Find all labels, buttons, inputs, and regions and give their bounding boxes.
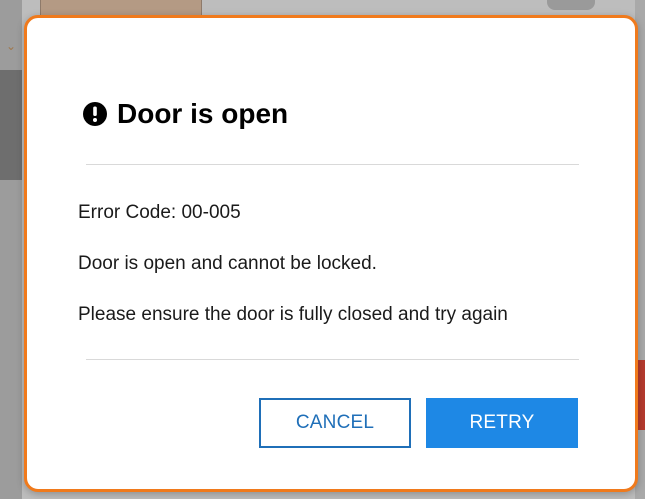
footer-divider xyxy=(86,359,579,360)
dialog-title: Door is open xyxy=(117,98,289,129)
background-chevron-icon: ⌄ xyxy=(6,39,17,53)
exclamation-circle-icon xyxy=(82,101,108,127)
error-code-text: Error Code: 00-005 xyxy=(78,202,241,223)
dialog-header: Door is open xyxy=(82,98,288,130)
background-left-block xyxy=(0,70,22,180)
header-divider xyxy=(86,164,579,165)
error-message-text: Door is open and cannot be locked. xyxy=(78,253,377,274)
error-instruction-text: Please ensure the door is fully closed a… xyxy=(78,304,508,325)
background-top-tab xyxy=(547,0,595,10)
error-dialog: Door is open Error Code: 00-005 Door is … xyxy=(24,15,638,492)
cancel-button[interactable]: CANCEL xyxy=(259,398,411,448)
retry-button[interactable]: RETRY xyxy=(426,398,578,448)
